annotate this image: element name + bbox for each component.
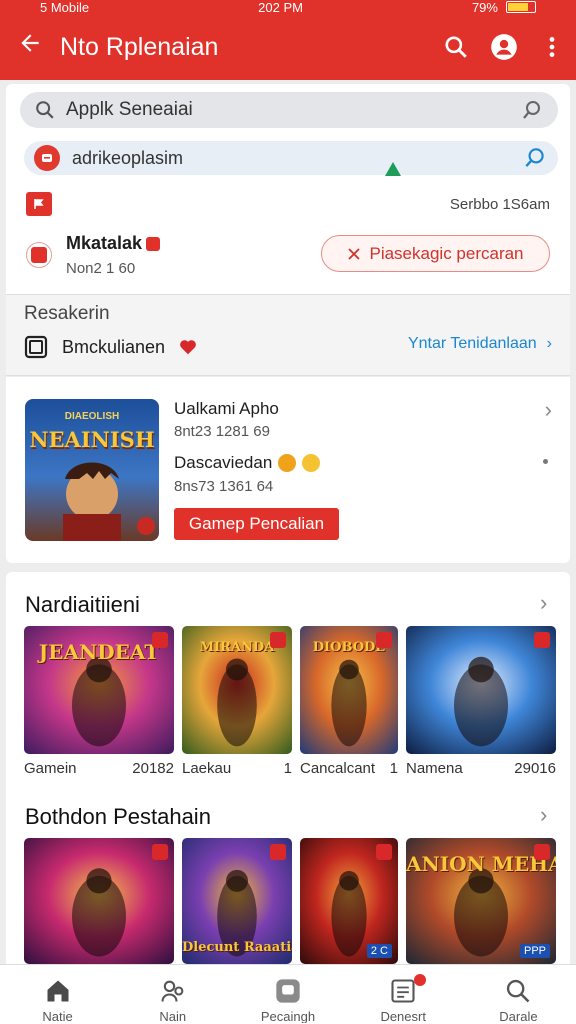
tile-badge-icon — [376, 632, 392, 648]
verified-badge-icon — [146, 236, 161, 251]
section-item[interactable]: Bmckulianen — [24, 335, 197, 359]
featured-action-button[interactable]: Gamep Pencalian — [174, 508, 339, 540]
list2-tile-0[interactable] — [24, 838, 174, 964]
tile-art-text: Dlecunt Raaatian — [182, 940, 292, 955]
list2-tile-2[interactable]: 2 C — [300, 838, 398, 964]
bottom-nav: Natie Nain Pecaingh Denesrt Darale — [0, 964, 576, 1024]
search-icon — [36, 101, 54, 119]
featured-cover[interactable]: DIAEOLISH NEAINISH — [25, 399, 159, 541]
search-button[interactable] — [432, 34, 480, 60]
list1-tile-2[interactable]: DIOBODE — [300, 626, 398, 754]
voice-search-icon[interactable] — [520, 98, 544, 122]
nav-users[interactable]: Nain — [115, 965, 230, 1024]
emoji-coin-icon — [278, 454, 297, 472]
list1-title: Nardiaitiieni — [25, 592, 140, 617]
list1-more-chevron-icon[interactable]: › — [540, 590, 547, 616]
tablet-icon — [24, 335, 48, 359]
tile-badge-icon — [152, 844, 168, 860]
tile-badge-icon — [534, 632, 550, 648]
overflow-menu-button[interactable] — [528, 34, 576, 60]
featured-label-row: Dascaviedan — [174, 453, 321, 473]
profile-button[interactable] — [480, 33, 528, 61]
nav-home[interactable]: Natie — [0, 965, 115, 1024]
account-icon — [491, 34, 517, 60]
search-icon[interactable] — [522, 145, 548, 171]
search-bar[interactable]: Applk Seneaiai — [20, 92, 558, 128]
search-icon — [445, 36, 467, 58]
section-item-label: Bmckulianen — [62, 336, 166, 357]
battery-icon — [505, 1, 536, 13]
cover-small-text: DIAEOLISH — [64, 411, 120, 422]
status-bar: 5 Mobile 202 PM 79% — [0, 0, 576, 14]
emoji-face-icon — [302, 454, 321, 472]
tile-badge-icon — [270, 844, 286, 860]
chat-icon — [276, 979, 300, 1003]
list1-value-1: 1 — [283, 760, 292, 777]
view-all-link[interactable]: Yntar Tenidanlaan › — [408, 335, 552, 353]
list1-tile-0[interactable]: JEANDEAT — [24, 626, 174, 754]
battery-percent: 79% — [471, 0, 498, 14]
account-avatar — [26, 242, 52, 268]
list2-title: Bothdon Pestahain — [25, 804, 211, 829]
tile-badge-icon — [534, 844, 550, 860]
account-sub: Non2 1 60 — [66, 260, 136, 277]
back-button[interactable] — [0, 30, 60, 64]
featured-label-2: Dascaviedan — [174, 453, 273, 472]
list2-tile-3[interactable]: ANION MEHA PPP — [406, 838, 556, 964]
nav-list[interactable]: Denesrt — [346, 965, 461, 1024]
tile-corner-label: 2 C — [366, 944, 392, 958]
account-row[interactable]: Mkatalak Non2 1 60 — [26, 233, 161, 277]
more-vertical-icon — [549, 37, 555, 57]
dot-indicator-icon — [543, 459, 548, 464]
page-title: Nto Rplenaian — [60, 32, 219, 61]
notification-dot — [413, 974, 426, 986]
list1-value-0: 20182 — [132, 760, 174, 777]
featured-meta-1: 8nt23 1281 69 — [174, 423, 270, 440]
tile-badge-icon — [270, 632, 286, 648]
account-name: Mkatalak — [66, 233, 143, 253]
chevron-right-icon[interactable]: › — [545, 397, 552, 423]
filter-input[interactable]: adrikeoplasim — [72, 148, 522, 169]
tile-badge-icon — [152, 632, 168, 648]
chevron-right-icon: › — [546, 335, 552, 352]
home-icon — [47, 980, 69, 1002]
tile-corner-label: PPP — [519, 944, 550, 958]
cursor-triangle-icon — [385, 162, 401, 176]
list1-value-3: 29016 — [514, 760, 556, 777]
account-action-button[interactable]: Piasekagic percaran — [321, 235, 550, 272]
filter-chip-icon — [34, 145, 60, 171]
clock: 202 PM — [258, 0, 303, 14]
info-row: Serbbo 1S6am — [26, 192, 550, 216]
featured-meta-2: 8ns73 1361 64 — [174, 478, 274, 495]
cover-title-text: NEAINISH — [29, 427, 155, 452]
list2-more-chevron-icon[interactable]: › — [540, 802, 547, 828]
heart-icon — [180, 340, 196, 355]
tile-badge-icon — [376, 844, 392, 860]
list1-value-2: 1 — [389, 760, 398, 777]
list1-tile-1[interactable]: MIRANDA — [182, 626, 292, 754]
close-icon — [348, 247, 361, 260]
timestamp-text: Serbbo 1S6am — [449, 195, 550, 213]
section-title: Resakerin — [24, 303, 110, 324]
carrier-text: 5 Mobile — [40, 0, 90, 14]
app-bar: Nto Rplenaian — [0, 14, 576, 80]
users-icon — [161, 980, 184, 1002]
section-header: Resakerin Bmckulianen Yntar Tenidanlaan … — [6, 294, 570, 376]
back-arrow-icon — [21, 34, 39, 52]
nav-chat[interactable]: Pecaingh — [230, 965, 345, 1024]
list1-tile-3[interactable] — [406, 626, 556, 754]
flag-icon[interactable] — [26, 192, 52, 216]
list2-tile-1[interactable]: Dlecunt Raaatian — [182, 838, 292, 964]
nav-search[interactable]: Darale — [461, 965, 576, 1024]
filter-field[interactable]: adrikeoplasim — [24, 141, 558, 175]
search-input[interactable]: Applk Seneaiai — [66, 99, 520, 121]
featured-title: Ualkami Apho — [174, 399, 279, 418]
search-icon — [507, 979, 530, 1003]
